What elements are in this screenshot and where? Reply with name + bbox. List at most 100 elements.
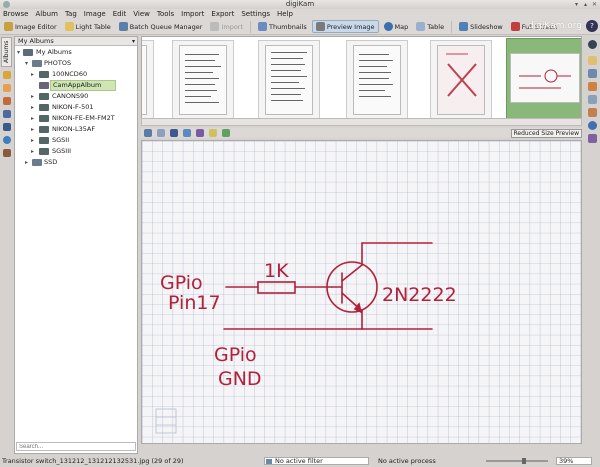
- expander-icon[interactable]: ▸: [31, 113, 34, 124]
- folder-icon: [39, 82, 49, 89]
- back-icon[interactable]: [144, 129, 152, 137]
- import-button[interactable]: Import: [207, 20, 246, 33]
- tree-root[interactable]: ▾ My Albums: [15, 47, 137, 58]
- batch-queue-button[interactable]: Batch Queue Manager: [116, 20, 206, 33]
- expander-icon[interactable]: ▸: [31, 91, 34, 102]
- image-editor-button[interactable]: Image Editor: [1, 20, 60, 33]
- people-icon[interactable]: [3, 149, 11, 157]
- tree-item-canons90[interactable]: ▸ CANONS90: [15, 91, 137, 102]
- menu-help[interactable]: Help: [277, 9, 293, 19]
- zoom-in-icon[interactable]: [209, 129, 217, 137]
- expander-icon[interactable]: ▸: [31, 69, 34, 80]
- light-table-button[interactable]: Light Table: [62, 20, 114, 33]
- edit-icon[interactable]: [170, 129, 178, 137]
- expander-icon[interactable]: ▸: [31, 135, 34, 146]
- menu-export[interactable]: Export: [211, 9, 234, 19]
- menu-import[interactable]: Import: [181, 9, 204, 19]
- tree-item-ssd[interactable]: ▸ SSD: [15, 157, 137, 168]
- menu-edit[interactable]: Edit: [113, 9, 127, 19]
- image-editor-icon: [4, 22, 13, 31]
- menu-view[interactable]: View: [133, 9, 150, 19]
- thumbnail[interactable]: [346, 40, 408, 120]
- thumbnail[interactable]: [430, 40, 492, 120]
- thumbnail-scrollbar[interactable]: [141, 118, 582, 126]
- expander-icon[interactable]: ▾: [17, 47, 20, 58]
- thumbnail[interactable]: [172, 40, 234, 120]
- geolocation-icon[interactable]: [588, 121, 597, 130]
- folder-icon: [39, 104, 49, 111]
- toolbar-separator: [250, 20, 252, 33]
- process-status: No active process: [378, 457, 436, 465]
- compass-icon[interactable]: [588, 40, 597, 49]
- zoom-slider[interactable]: [486, 458, 548, 464]
- tree-item-nikon-f-501[interactable]: ▸ NIKON-F-501: [15, 102, 137, 113]
- image-preview[interactable]: GPio Pin17 1K 2N2222 GPio GND: [141, 140, 582, 444]
- tree-item-sgsiii[interactable]: ▸ SGSIII: [15, 146, 137, 157]
- expander-icon[interactable]: ▸: [31, 146, 34, 157]
- app-icon: [3, 1, 10, 8]
- tree-item-photos[interactable]: ▾ PHOTOS: [15, 58, 137, 69]
- slideshow-icon: [459, 22, 469, 31]
- forward-icon[interactable]: [157, 129, 165, 137]
- menu-tag[interactable]: Tag: [65, 9, 77, 19]
- tree-item-nikon-l35af[interactable]: ▸ NIKON-L35AF: [15, 124, 137, 135]
- tree-item-sgsii[interactable]: ▸ SGSII: [15, 135, 137, 146]
- thumbnail[interactable]: [258, 40, 320, 120]
- filter-status[interactable]: No active filter: [264, 457, 369, 465]
- expander-icon[interactable]: ▸: [31, 124, 34, 135]
- tags-icon[interactable]: [588, 108, 597, 117]
- chevron-down-icon[interactable]: ▾: [132, 37, 135, 46]
- dates-icon[interactable]: [3, 97, 11, 105]
- main-toolbar: Image Editor Light Table Batch Queue Man…: [0, 19, 600, 35]
- metadata-icon[interactable]: [588, 69, 597, 78]
- zoom-out-icon[interactable]: [222, 129, 230, 137]
- tree-item-camappalbum[interactable]: CamAppAlbum: [15, 80, 137, 91]
- sketch-label-gpio: GPio: [160, 272, 203, 294]
- tree-item-nikon-fe-em-fm2t[interactable]: ▸ NIKON-FE-EM-FM2T: [15, 113, 137, 124]
- table-icon: [416, 22, 426, 31]
- expander-icon[interactable]: ▾: [25, 58, 28, 69]
- sketch-label-gpio-gnd: GPio: [214, 344, 257, 366]
- close-icon[interactable]: ✕: [591, 1, 598, 8]
- timeline-icon[interactable]: [3, 110, 11, 118]
- rotate-left-icon[interactable]: [183, 129, 191, 137]
- rotate-right-icon[interactable]: [196, 129, 204, 137]
- zoom-level-select[interactable]: 39%: [556, 457, 592, 465]
- album-search-input[interactable]: [16, 442, 136, 451]
- album-panel: My Albums ▾ ▾ My Albums ▾ PHOTOS ▸ 100NC…: [14, 36, 138, 454]
- preview-image-button[interactable]: Preview Image: [311, 20, 379, 33]
- maximize-icon[interactable]: ▴: [582, 1, 589, 8]
- thumbnail-selected[interactable]: [506, 38, 581, 122]
- thumbnail[interactable]: [142, 40, 154, 120]
- zoom-slider-handle[interactable]: [522, 458, 526, 464]
- map-search-icon[interactable]: [3, 136, 11, 144]
- window-controls: ▾ ▴ ✕: [573, 1, 598, 8]
- map-button[interactable]: Map: [381, 20, 412, 33]
- expander-icon[interactable]: ▸: [31, 102, 34, 113]
- tree-item-100ncd60[interactable]: ▸ 100NCD60: [15, 69, 137, 80]
- versions-icon[interactable]: [588, 95, 597, 104]
- thumbnail-sketch: [519, 69, 571, 89]
- menu-settings[interactable]: Settings: [241, 9, 270, 19]
- album-panel-header[interactable]: My Albums ▾: [15, 37, 137, 46]
- right-sidebar-tabs: [585, 36, 600, 454]
- menu-image[interactable]: Image: [84, 9, 106, 19]
- thumbnail-strip[interactable]: [141, 36, 582, 126]
- expander-icon[interactable]: ▸: [25, 157, 28, 168]
- menu-album[interactable]: Album: [36, 9, 58, 19]
- colors-icon[interactable]: [588, 82, 597, 91]
- filters-icon[interactable]: [588, 134, 597, 143]
- slideshow-button[interactable]: Slideshow: [456, 20, 506, 33]
- properties-icon[interactable]: [588, 56, 597, 65]
- labels-icon[interactable]: [3, 84, 11, 92]
- table-button[interactable]: Table: [413, 20, 447, 33]
- minimize-icon[interactable]: ▾: [573, 1, 580, 8]
- tags-icon[interactable]: [3, 71, 11, 79]
- menu-tools[interactable]: Tools: [157, 9, 174, 19]
- thumbnails-button[interactable]: Thumbnails: [255, 20, 310, 33]
- search-icon[interactable]: [3, 123, 11, 131]
- menu-browse[interactable]: Browse: [3, 9, 29, 19]
- tab-albums[interactable]: Albums: [1, 37, 12, 67]
- toolbar-separator: [451, 20, 453, 33]
- help-icon[interactable]: ?: [586, 20, 598, 32]
